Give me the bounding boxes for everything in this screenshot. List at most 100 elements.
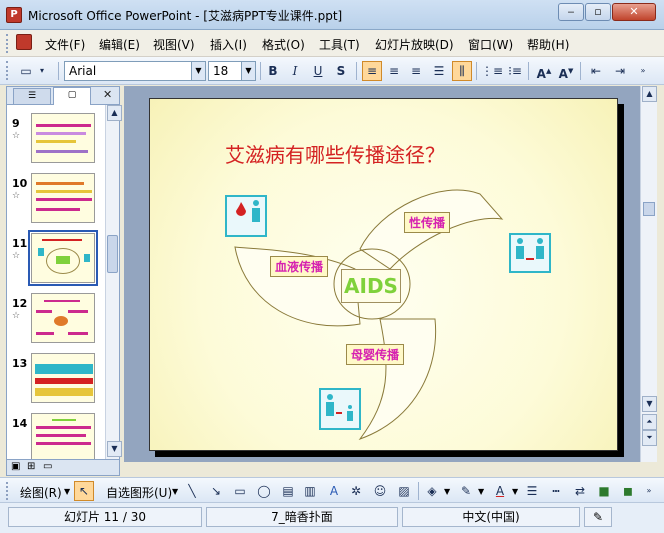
fill-color-icon[interactable]: ◈ — [422, 481, 442, 501]
thumbnail-slide-10[interactable]: 10 ☆ — [7, 173, 105, 229]
slide-thumbnail[interactable] — [28, 230, 98, 286]
underline-button[interactable]: U — [308, 61, 328, 81]
select-arrow-icon[interactable]: ↖ — [74, 481, 94, 501]
decrease-font-icon[interactable]: A▼ — [556, 61, 576, 81]
toolbar-options-icon[interactable]: » — [636, 61, 650, 81]
current-slide[interactable]: 艾滋病有哪些传播途径？ 性传播 血液传播 母婴传播 AIDS — [149, 98, 618, 451]
diagram-icon[interactable]: ✲ — [346, 481, 366, 501]
route-mother[interactable]: 母婴传播 — [346, 344, 405, 365]
new-document-icon[interactable]: ▭ — [16, 61, 36, 81]
shadow-style-icon[interactable]: ■ — [594, 481, 614, 501]
toolbar-options-icon[interactable]: » — [642, 481, 656, 501]
next-slide-icon[interactable]: ⏷ — [642, 430, 657, 446]
bold-button[interactable]: B — [263, 61, 283, 81]
chevron-down-icon[interactable]: ▼ — [172, 487, 178, 496]
decrease-indent-icon[interactable]: ⇤ — [586, 61, 606, 81]
scroll-thumb[interactable] — [107, 235, 118, 273]
textbox-tool-icon[interactable]: ▤ — [278, 481, 298, 501]
thumbnail-slide-13[interactable]: 13 — [7, 353, 105, 409]
slide-thumbnail[interactable] — [31, 293, 95, 343]
menu-window[interactable]: 窗口(W) — [468, 36, 513, 53]
chevron-down-icon[interactable]: ▼ — [444, 487, 450, 496]
increase-font-icon[interactable]: A▲ — [534, 61, 554, 81]
font-size-select[interactable]: 18 ▼ — [208, 61, 256, 81]
scroll-up-icon[interactable]: ▲ — [642, 86, 657, 102]
chevron-down-icon[interactable]: ▼ — [478, 487, 484, 496]
chevron-down-icon[interactable]: ▼ — [241, 62, 255, 80]
route-sexual[interactable]: 性传播 — [404, 212, 451, 233]
align-center-icon[interactable]: ≡ — [384, 61, 404, 81]
vertical-textbox-icon[interactable]: ▥ — [300, 481, 320, 501]
menu-slideshow[interactable]: 幻灯片放映(D) — [375, 36, 454, 53]
thumbnail-slide-12[interactable]: 12 ☆ — [7, 293, 105, 349]
oval-tool-icon[interactable]: ◯ — [254, 481, 274, 501]
minimize-button[interactable]: ‒ — [558, 3, 584, 21]
arrow-style-icon[interactable]: ⇄ — [570, 481, 590, 501]
chevron-down-icon[interactable]: ▼ — [512, 487, 518, 496]
maximize-button[interactable]: ▫ — [585, 3, 611, 21]
document-icon[interactable] — [16, 34, 32, 50]
thumbnail-scrollbar[interactable]: ▲ ▼ — [105, 105, 122, 459]
menu-help[interactable]: 帮助(H) — [527, 36, 569, 53]
slide-thumbnail[interactable] — [31, 353, 95, 403]
thumbnail-slide-9[interactable]: 9 ☆ — [7, 113, 105, 169]
tab-slides[interactable]: ▢ — [53, 87, 91, 105]
slide-sorter-icon[interactable]: ⊞ — [27, 461, 35, 472]
dash-style-icon[interactable]: ┅ — [546, 481, 566, 501]
line-tool-icon[interactable]: ╲ — [182, 481, 202, 501]
spell-check-icon[interactable]: ✎ — [584, 507, 612, 527]
distribute-icon[interactable]: ☰ — [429, 61, 449, 81]
chevron-down-icon[interactable]: ▼ — [191, 62, 205, 80]
editor-scrollbar[interactable]: ▲ ▼ ⏶ ⏷ — [640, 86, 657, 462]
powerpoint-icon[interactable]: P — [6, 7, 22, 23]
slide-thumbnail[interactable] — [31, 413, 95, 459]
close-icon[interactable]: ✕ — [103, 88, 112, 101]
align-right-icon[interactable]: ≡ — [406, 61, 426, 81]
scroll-down-icon[interactable]: ▼ — [642, 396, 657, 412]
route-blood[interactable]: 血液传播 — [270, 256, 329, 277]
line-color-icon[interactable]: ✎ — [456, 481, 476, 501]
clipart-icon[interactable]: ☺ — [370, 481, 390, 501]
font-name-select[interactable]: Arial ▼ — [64, 61, 206, 81]
line-style-icon[interactable]: ☰ — [522, 481, 542, 501]
column-text-icon[interactable]: ⫼ — [452, 61, 472, 81]
design-template[interactable]: 7_暗香扑面 — [206, 507, 398, 527]
close-button[interactable]: ✕ — [612, 3, 656, 21]
normal-view-icon[interactable]: ▣ — [11, 461, 20, 472]
shadow-button[interactable]: S — [331, 61, 351, 81]
slide-thumbnail[interactable] — [31, 113, 95, 163]
aids-center[interactable]: AIDS — [341, 269, 401, 303]
chevron-down-icon[interactable]: ▾ — [36, 61, 48, 81]
autoshapes-menu-button[interactable]: 自选图形(U) — [106, 484, 172, 501]
scroll-down-icon[interactable]: ▼ — [107, 441, 122, 457]
rectangle-tool-icon[interactable]: ▭ — [230, 481, 250, 501]
menu-tools[interactable]: 工具(T) — [319, 36, 360, 53]
bullet-list-icon[interactable]: ⁝≡ — [505, 61, 525, 81]
italic-button[interactable]: I — [285, 61, 305, 81]
chevron-down-icon[interactable]: ▼ — [64, 487, 70, 496]
toolbar-gripper[interactable] — [6, 61, 9, 80]
toolbar-gripper[interactable] — [6, 482, 9, 500]
scroll-thumb[interactable] — [643, 202, 655, 216]
wordart-icon[interactable]: A — [324, 481, 344, 501]
slide-thumbnail[interactable] — [31, 173, 95, 223]
align-left-icon[interactable]: ≡ — [362, 61, 382, 81]
numbered-list-icon[interactable]: ⋮≡ — [481, 61, 503, 81]
menu-insert[interactable]: 插入(I) — [210, 36, 247, 53]
menu-format[interactable]: 格式(O) — [262, 36, 305, 53]
draw-menu-button[interactable]: 绘图(R) — [20, 484, 62, 501]
slideshow-icon[interactable]: ▭ — [43, 461, 52, 472]
increase-indent-icon[interactable]: ⇥ — [610, 61, 630, 81]
font-color-icon[interactable]: A — [490, 481, 510, 501]
3d-style-icon[interactable]: ◼ — [618, 481, 638, 501]
thumbnail-slide-14[interactable]: 14 — [7, 413, 105, 459]
menu-file[interactable]: 文件(F) — [45, 36, 85, 53]
menu-view[interactable]: 视图(V) — [153, 36, 195, 53]
tab-outline[interactable]: ☰ — [13, 88, 51, 104]
picture-icon[interactable]: ▨ — [394, 481, 414, 501]
previous-slide-icon[interactable]: ⏶ — [642, 414, 657, 430]
menu-edit[interactable]: 编辑(E) — [99, 36, 140, 53]
thumbnail-slide-11[interactable]: 11 ☆ — [7, 230, 105, 289]
scroll-up-icon[interactable]: ▲ — [107, 105, 122, 121]
arrow-tool-icon[interactable]: ↘ — [206, 481, 226, 501]
